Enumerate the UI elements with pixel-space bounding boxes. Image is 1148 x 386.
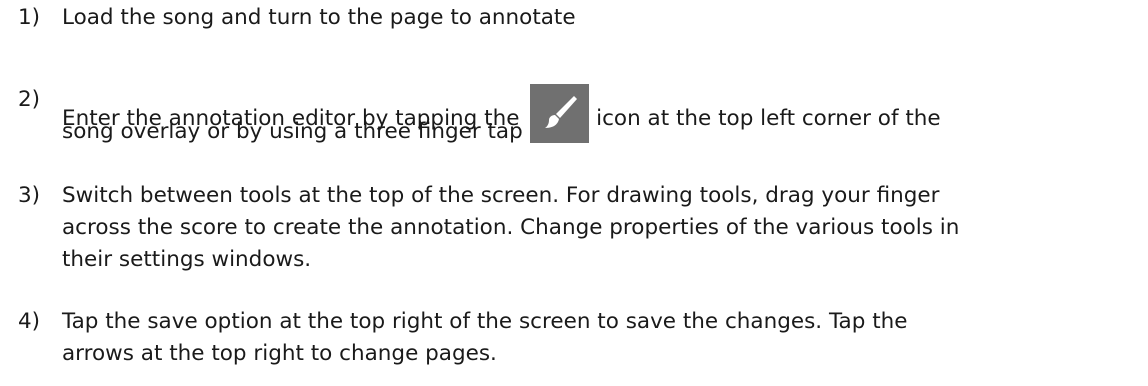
step-line: Tap the save option at the top right of … bbox=[62, 309, 908, 334]
step-line: across the score to create the annotatio… bbox=[62, 215, 960, 240]
step-number: 1) bbox=[18, 5, 41, 30]
step-number: 4) bbox=[18, 309, 41, 334]
step-number: 2) bbox=[18, 87, 41, 112]
step-text: Tap the save option at the top right of … bbox=[62, 306, 1142, 370]
step-number: 3) bbox=[18, 183, 41, 208]
step-line: Enter the annotation editor by tapping t… bbox=[62, 84, 1142, 143]
instruction-list: 1) Load the song and turn to the page to… bbox=[0, 0, 1148, 386]
step-text-after-icon: icon at the top left corner of the bbox=[596, 106, 941, 131]
step-text: Load the song and turn to the page to an… bbox=[62, 2, 1142, 34]
step-line: arrows at the top right to change pages. bbox=[62, 341, 497, 366]
step-line: Switch between tools at the top of the s… bbox=[62, 183, 940, 208]
step-text: Switch between tools at the top of the s… bbox=[62, 180, 1142, 276]
paintbrush-icon bbox=[530, 84, 590, 143]
step-text: Enter the annotation editor by tapping t… bbox=[62, 84, 1142, 148]
step-line: Load the song and turn to the page to an… bbox=[62, 5, 576, 30]
step-line: their settings windows. bbox=[62, 247, 312, 272]
